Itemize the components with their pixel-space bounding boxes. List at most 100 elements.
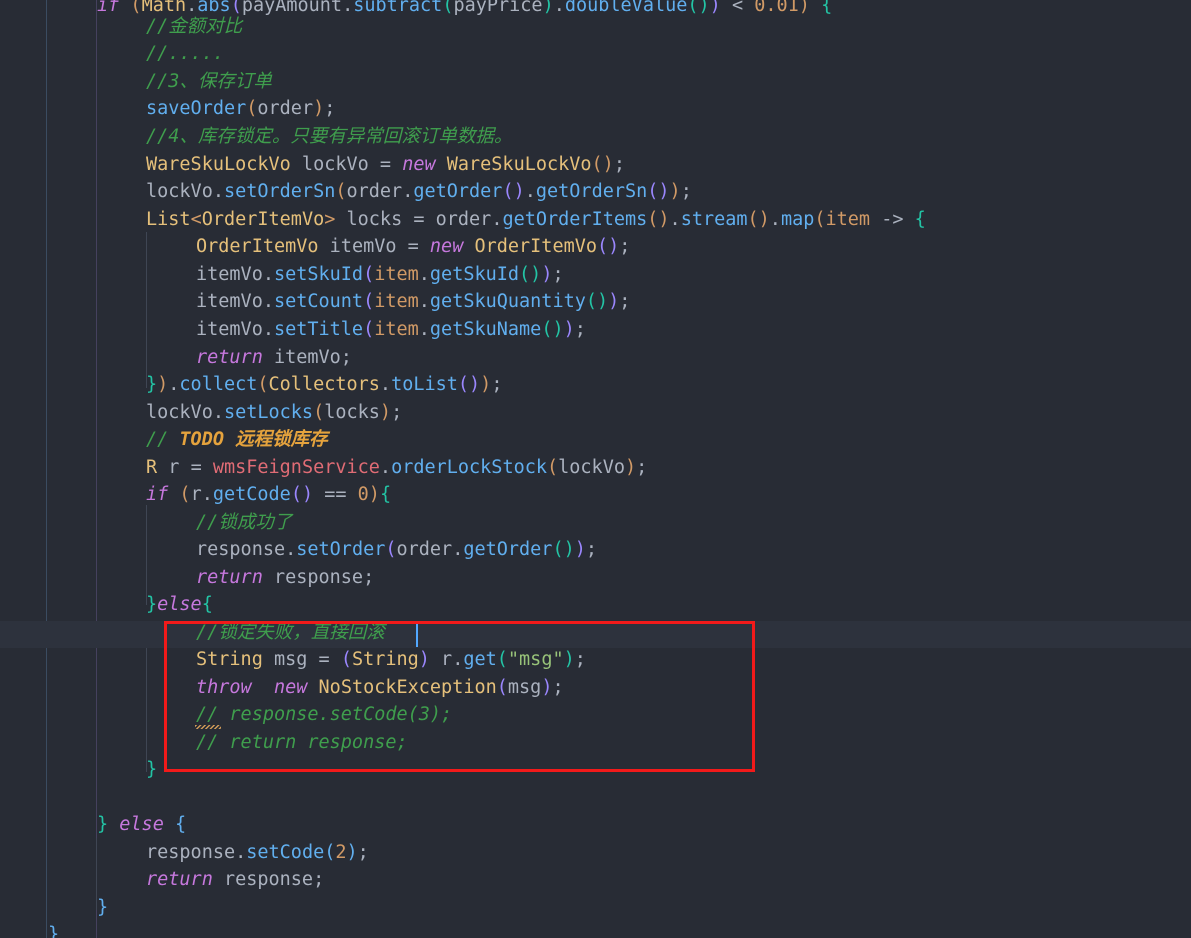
tok-fn-getskuname: getSkuName [429,319,542,340]
code-line-setordersn[interactable]: lockVo.setOrderSn(order.getOrder().getOr… [146,178,692,205]
tok-op-assign: = [190,457,213,478]
tok-paren: ( [363,319,375,340]
code-line-comment-dots[interactable]: //..... [146,40,224,67]
tok-dot: . [452,539,464,560]
tok-brace-close: } [48,924,60,938]
tok-fn-orderlockstock: orderLockStock [391,457,547,478]
tok-generic-open: < [190,209,202,230]
tok-fn-settitle: setTitle [273,319,364,340]
code-line-setlocks[interactable]: lockVo.setLocks(locks); [146,399,402,426]
code-line-outer-else[interactable]: } else { [97,811,186,838]
code-line-return-response-2[interactable]: return response; [146,866,324,893]
code-line-comment-lock-stock[interactable]: //4、库存锁定。只要有异常回滚订单数据。 [146,123,512,150]
code-line-collect-tolist[interactable]: }).collect(Collectors.toList()); [146,371,502,398]
tok-keyword-return: return [196,567,263,588]
tok-ctor-wareskulockvo: WareSkuLockVo [435,154,592,175]
tok-var-lockvo: lockVo [146,181,213,202]
tok-semicolon: ; [619,291,631,312]
code-line-comment-save-order[interactable]: //3、保存订单 [146,68,272,95]
tok-brace-open: { [809,0,833,16]
code-line-else-close[interactable]: } [146,756,157,783]
tok-keyword-new: new [273,677,308,698]
code-line-orderlockstock[interactable]: R r = wmsFeignService.orderLockStock(loc… [146,454,647,481]
tok-var-order: order [435,209,492,230]
tok-keyword-new: new [429,236,464,257]
tok-dot: . [262,291,274,312]
tok-space [252,677,274,698]
tok-fn-getorder: getOrder [463,539,553,560]
tok-fn-doublevalue: doubleValue [564,0,688,16]
code-line-response-setorder[interactable]: response.setOrder(order.getOrder()); [196,536,597,563]
code-line-string-msg[interactable]: String msg = (String) r.get("msg"); [196,646,586,673]
code-line-setskuid[interactable]: itemVo.setSkuId(item.getSkuId()); [196,261,564,288]
tok-var-payprice: payPrice [453,0,543,16]
tok-num-001: 0.01 [754,0,799,16]
code-line-comment-lock-fail[interactable]: //锁定失败，直接回滚 [196,619,385,646]
code-line-comment-setcode3[interactable]: // response.setCode(3); [196,701,452,728]
code-line-comment-lock-success[interactable]: //锁成功了 [196,509,292,536]
tok-comment: //锁定失败，直接回滚 [196,622,385,643]
code-line-comment-return-response[interactable]: // return response; [196,729,408,756]
tok-var-itemvo: itemVo [196,264,263,285]
tok-fn-setlocks: setLocks [223,402,314,423]
code-line-setcount[interactable]: itemVo.setCount(item.getSkuQuantity()); [196,288,630,315]
tok-paren-close: ) [563,319,575,340]
tok-type-wareskulockvo: WareSkuLockVo [146,154,291,175]
tok-fn-tolist: toList [391,374,458,395]
code-line-new-orderitemvo[interactable]: OrderItemVo itemVo = new OrderItemVo(); [196,233,630,260]
code-line-new-wareskulockvo[interactable]: WareSkuLockVo lockVo = new WareSkuLockVo… [146,151,625,178]
code-line-response-setcode2[interactable]: response.setCode(2); [146,839,369,866]
tok-paren-close: ) [379,402,392,423]
tok-arg-lockvo: lockVo [558,457,625,478]
tok-param-item: item [374,319,419,340]
tok-fn-setcode: setCode [246,842,325,863]
tok-paren: ( [324,842,336,863]
tok-var-payamount: payAmount [241,0,343,16]
tok-paren: ( [363,291,375,312]
tok-var-itemvo: itemVo [318,236,408,257]
tok-paren: () [597,236,620,257]
code-line-method-close-clipped[interactable]: } [48,921,59,938]
code-line-return-response-1[interactable]: return response; [196,564,374,591]
tok-comment: //..... [146,43,224,64]
code-line-comment-amount-compare[interactable]: //金额对比 [146,13,242,40]
tok-paren: ( [340,649,352,670]
code-line-else-open[interactable]: }else{ [146,591,213,618]
code-line-if-getcode[interactable]: if (r.getCode() == 0){ [146,481,391,508]
tok-semicolon: ; [619,236,631,257]
tok-fn-collect: collect [179,374,258,395]
code-line-comment-todo[interactable]: // TODO 远程锁库存 [146,426,328,453]
tok-var-response: response; [262,567,375,588]
tok-generic-close: > [324,209,336,230]
tok-comment: //金额对比 [146,16,243,37]
code-line-outer-else-close[interactable]: } [97,894,108,921]
code-line-settitle[interactable]: itemVo.setTitle(item.getSkuName()); [196,316,586,343]
code-line-return-itemvo[interactable]: return itemVo; [196,344,352,371]
tok-dot: . [379,457,392,478]
tok-paren: () [457,374,481,395]
tok-dot: . [235,842,247,863]
tok-num-two: 2 [335,842,347,863]
tok-fn-saveorder: saveOrder [146,98,247,119]
tok-type-orderitemvo: OrderItemVo [201,209,325,230]
code-line-save-order-call[interactable]: saveOrder(order); [146,95,335,122]
code-content[interactable]: if (Math.abs(payAmount.subtract(payPrice… [0,0,1191,938]
code-editor-window[interactable]: if (Math.abs(payAmount.subtract(payPrice… [0,0,1191,938]
tok-var-lockvo: lockVo [146,402,213,423]
code-line-locks-stream-map[interactable]: List<OrderItemVo> locks = order.getOrder… [146,206,926,233]
tok-ctor-orderitemvo: OrderItemVo [463,236,597,257]
tok-brace-close: } [146,374,158,395]
tok-op-assign: = [318,649,341,670]
tok-brace-close: } [97,897,109,918]
code-line-throw-nostockexception[interactable]: throw new NoStockException(msg); [196,674,564,701]
tok-paren-close: ) [574,539,586,560]
tok-keyword-new: new [402,154,436,175]
tok-paren: ( [385,539,397,560]
tok-dot: . [168,374,180,395]
tok-brace-open: { [379,484,392,505]
tok-type-list: List [146,209,191,230]
tok-keyword-throw: throw [196,677,252,698]
tok-op-lt: < [720,0,755,16]
tok-comment-todo-text: 远程锁库存 [223,429,328,450]
tok-semicolon: ; [491,374,503,395]
